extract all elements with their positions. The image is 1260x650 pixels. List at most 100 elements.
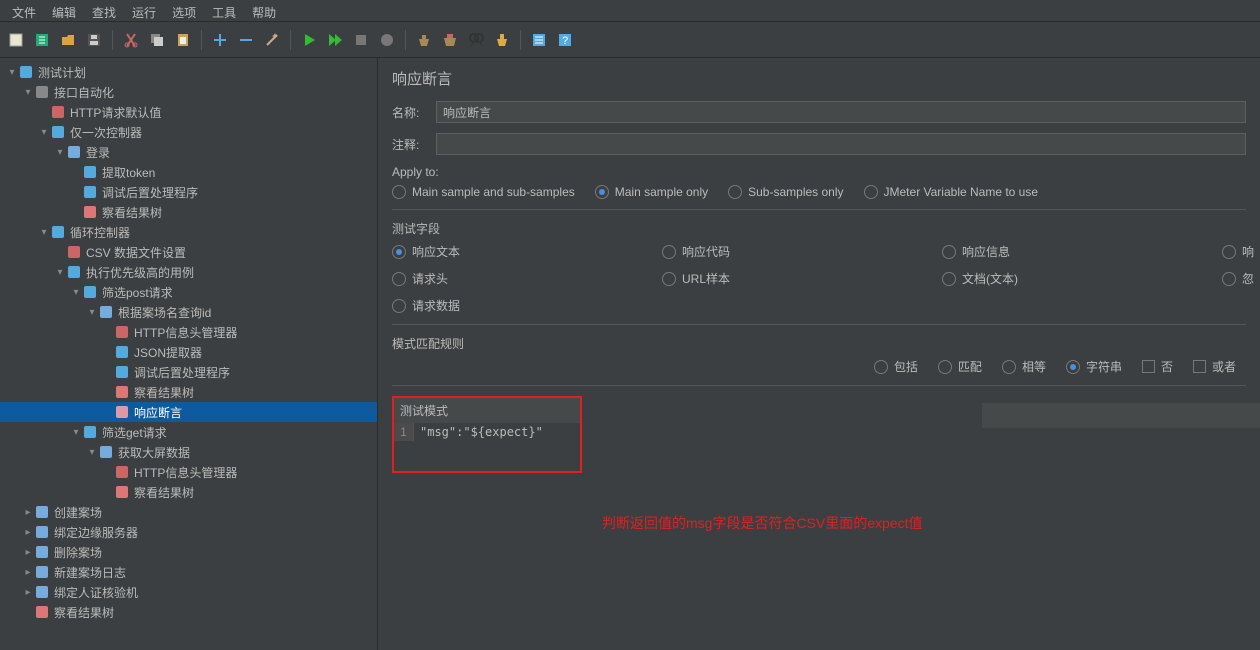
- tree-item[interactable]: 察看结果树: [0, 482, 377, 502]
- apply-radio[interactable]: Sub-samples only: [728, 185, 843, 199]
- tree-item[interactable]: 察看结果树: [0, 602, 377, 622]
- menu-选项[interactable]: 选项: [164, 2, 204, 19]
- expand-icon[interactable]: ▾: [6, 67, 18, 78]
- expand-icon[interactable]: ▾: [70, 287, 82, 298]
- menu-查找[interactable]: 查找: [84, 2, 124, 19]
- pattern-option[interactable]: 包括: [874, 358, 918, 375]
- tree-item[interactable]: 察看结果树: [0, 202, 377, 222]
- tree-item[interactable]: ▾执行优先级高的用例: [0, 262, 377, 282]
- menu-文件[interactable]: 文件: [4, 2, 44, 19]
- field-option[interactable]: 请求数据: [392, 297, 662, 314]
- tree-item[interactable]: 调试后置处理程序: [0, 362, 377, 382]
- function-icon[interactable]: [527, 28, 551, 52]
- tree-item[interactable]: ▸绑定人证核验机: [0, 582, 377, 602]
- expand-icon[interactable]: ▾: [38, 127, 50, 138]
- tree-item[interactable]: JSON提取器: [0, 342, 377, 362]
- field-option[interactable]: 忽: [1222, 270, 1260, 287]
- field-option[interactable]: 响应信息: [942, 243, 1222, 260]
- tree-item[interactable]: ▾登录: [0, 142, 377, 162]
- expand-icon[interactable]: ▾: [86, 307, 98, 318]
- tree-item[interactable]: CSV 数据文件设置: [0, 242, 377, 262]
- expand-icon[interactable]: ▾: [22, 87, 34, 98]
- tree-item[interactable]: ▾测试计划: [0, 62, 377, 82]
- tree-label: 筛选get请求: [102, 424, 167, 441]
- tree-item[interactable]: HTTP请求默认值: [0, 102, 377, 122]
- tree-item[interactable]: ▾获取大屏数据: [0, 442, 377, 462]
- tree-item[interactable]: ▾仅一次控制器: [0, 122, 377, 142]
- menu-工具[interactable]: 工具: [204, 2, 244, 19]
- tree-item[interactable]: 察看结果树: [0, 382, 377, 402]
- cut-icon[interactable]: [119, 28, 143, 52]
- reset-search-icon[interactable]: [490, 28, 514, 52]
- tree-item[interactable]: ▸ 新建案场日志: [0, 562, 377, 582]
- pattern-option[interactable]: 匹配: [938, 358, 982, 375]
- field-option[interactable]: 响: [1222, 243, 1260, 260]
- clear-icon[interactable]: [412, 28, 436, 52]
- expand-icon[interactable]: ▸: [22, 547, 34, 558]
- tree-item[interactable]: 调试后置处理程序: [0, 182, 377, 202]
- tree-item[interactable]: HTTP信息头管理器: [0, 462, 377, 482]
- field-option[interactable]: URL样本: [662, 270, 942, 287]
- new-icon[interactable]: [4, 28, 28, 52]
- tree-item[interactable]: ▸删除案场: [0, 542, 377, 562]
- tree-item[interactable]: ▾ 筛选get请求: [0, 422, 377, 442]
- help-icon[interactable]: ?: [553, 28, 577, 52]
- tree-label: 筛选post请求: [102, 284, 173, 301]
- tree-label: 新建案场日志: [54, 564, 126, 581]
- expand-icon[interactable]: ▸: [22, 507, 34, 518]
- tree-item[interactable]: 提取token: [0, 162, 377, 182]
- pattern-rule-label: 模式匹配规则: [392, 335, 1246, 352]
- tree-label: 察看结果树: [54, 604, 114, 621]
- expand-icon[interactable]: ▸: [22, 527, 34, 538]
- save-icon[interactable]: [82, 28, 106, 52]
- expand-icon[interactable]: ▾: [86, 447, 98, 458]
- pattern-option[interactable]: 否: [1142, 358, 1173, 375]
- wand-icon[interactable]: [260, 28, 284, 52]
- menu-帮助[interactable]: 帮助: [244, 2, 284, 19]
- run-no-pause-icon[interactable]: [323, 28, 347, 52]
- node-icon: [34, 604, 50, 620]
- clear-all-icon[interactable]: [438, 28, 462, 52]
- expand-icon[interactable]: ▸: [22, 567, 34, 578]
- add-icon[interactable]: [208, 28, 232, 52]
- paste-icon[interactable]: [171, 28, 195, 52]
- run-icon[interactable]: [297, 28, 321, 52]
- tree-item[interactable]: ▾ 筛选post请求: [0, 282, 377, 302]
- pattern-option[interactable]: 字符串: [1066, 358, 1122, 375]
- open-icon[interactable]: [56, 28, 80, 52]
- apply-radio[interactable]: Main sample only: [595, 185, 708, 199]
- comment-input[interactable]: [436, 133, 1246, 155]
- tree-item[interactable]: ▸创建案场: [0, 502, 377, 522]
- node-icon: [114, 324, 130, 340]
- expand-icon[interactable]: ▾: [54, 147, 66, 158]
- apply-radio[interactable]: Main sample and sub-samples: [392, 185, 575, 199]
- search-icon[interactable]: [464, 28, 488, 52]
- stop-icon[interactable]: [349, 28, 373, 52]
- field-option[interactable]: 响应文本: [392, 243, 662, 260]
- pattern-option[interactable]: 相等: [1002, 358, 1046, 375]
- shutdown-icon[interactable]: [375, 28, 399, 52]
- menu-运行[interactable]: 运行: [124, 2, 164, 19]
- expand-icon[interactable]: ▸: [22, 587, 34, 598]
- tree-item[interactable]: HTTP信息头管理器: [0, 322, 377, 342]
- field-option[interactable]: 响应代码: [662, 243, 942, 260]
- expand-icon[interactable]: ▾: [54, 267, 66, 278]
- field-option[interactable]: 请求头: [392, 270, 662, 287]
- remove-icon[interactable]: [234, 28, 258, 52]
- expand-icon[interactable]: ▾: [38, 227, 50, 238]
- tree-item[interactable]: 响应断言: [0, 402, 377, 422]
- apply-radio[interactable]: JMeter Variable Name to use: [864, 185, 1039, 199]
- tree-item[interactable]: ▸绑定边缘服务器: [0, 522, 377, 542]
- tree-item[interactable]: ▾循环控制器: [0, 222, 377, 242]
- name-input[interactable]: [436, 101, 1246, 123]
- template-icon[interactable]: [30, 28, 54, 52]
- tree-item[interactable]: ▾接口自动化: [0, 82, 377, 102]
- pattern-option[interactable]: 或者: [1193, 358, 1236, 375]
- copy-icon[interactable]: [145, 28, 169, 52]
- field-option[interactable]: 文档(文本): [942, 270, 1222, 287]
- test-plan-tree[interactable]: ▾测试计划▾接口自动化HTTP请求默认值▾仅一次控制器▾登录提取token调试后…: [0, 58, 378, 650]
- menu-编辑[interactable]: 编辑: [44, 2, 84, 19]
- pattern-value[interactable]: "msg":"${expect}": [414, 423, 549, 441]
- expand-icon[interactable]: ▾: [70, 427, 82, 438]
- tree-item[interactable]: ▾根据案场名查询id: [0, 302, 377, 322]
